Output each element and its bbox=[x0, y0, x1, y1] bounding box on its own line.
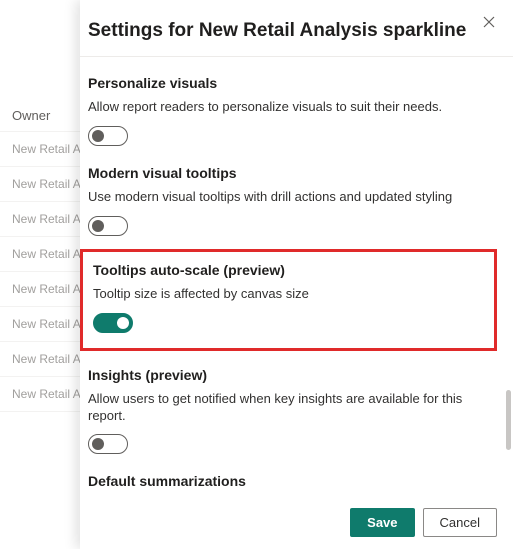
section-description: Tooltip size is affected by canvas size bbox=[93, 286, 484, 303]
settings-panel: Settings for New Retail Analysis sparkli… bbox=[80, 0, 513, 549]
panel-header: Settings for New Retail Analysis sparkli… bbox=[80, 0, 513, 57]
cancel-button[interactable]: Cancel bbox=[423, 508, 497, 537]
section-title: Tooltips auto-scale (preview) bbox=[93, 262, 484, 278]
section-title: Modern visual tooltips bbox=[88, 165, 489, 181]
panel-body[interactable]: Personalize visuals Allow report readers… bbox=[80, 57, 513, 496]
section-insights: Insights (preview) Allow users to get no… bbox=[88, 357, 489, 464]
scrollbar-thumb[interactable] bbox=[506, 390, 511, 450]
section-title: Insights (preview) bbox=[88, 367, 489, 383]
toggle-modern-visual-tooltips[interactable] bbox=[88, 216, 128, 236]
save-button[interactable]: Save bbox=[350, 508, 414, 537]
close-button[interactable] bbox=[477, 10, 501, 34]
section-modern-visual-tooltips: Modern visual tooltips Use modern visual… bbox=[88, 155, 489, 245]
toggle-insights[interactable] bbox=[88, 434, 128, 454]
panel-title: Settings for New Retail Analysis sparkli… bbox=[88, 20, 489, 42]
section-personalize-visuals: Personalize visuals Allow report readers… bbox=[88, 65, 489, 155]
section-title: Default summarizations bbox=[88, 473, 489, 489]
highlight-annotation: Tooltips auto-scale (preview) Tooltip si… bbox=[80, 249, 497, 351]
toggle-personalize-visuals[interactable] bbox=[88, 126, 128, 146]
section-description: Use modern visual tooltips with drill ac… bbox=[88, 189, 489, 206]
section-description: Allow users to get notified when key ins… bbox=[88, 391, 489, 425]
toggle-tooltips-auto-scale[interactable] bbox=[93, 313, 133, 333]
section-title: Personalize visuals bbox=[88, 75, 489, 91]
close-icon bbox=[483, 16, 495, 28]
section-default-summarizations: Default summarizations For aggregated fi… bbox=[88, 463, 489, 496]
section-description: Allow report readers to personalize visu… bbox=[88, 99, 489, 116]
panel-footer: Save Cancel bbox=[80, 496, 513, 549]
